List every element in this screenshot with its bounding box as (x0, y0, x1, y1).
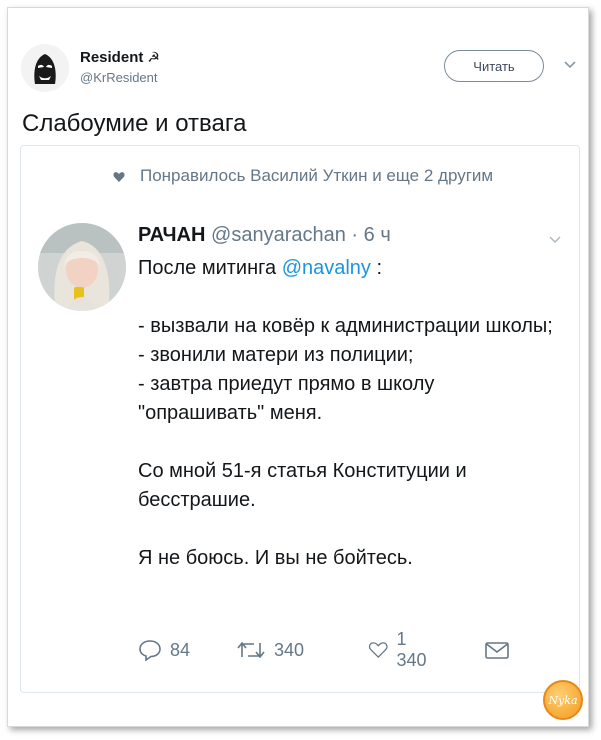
chevron-down-icon[interactable] (562, 56, 578, 72)
heart-icon (368, 642, 388, 658)
follow-button[interactable]: Читать (444, 50, 544, 82)
girl-photo-avatar (38, 223, 126, 311)
mention-link[interactable]: @navalny (282, 257, 371, 279)
quoted-author-handle[interactable]: @sanyarachan (211, 224, 346, 246)
reply-button[interactable]: 84 (138, 637, 190, 663)
list-item: - звонили матери из полиции; (138, 344, 414, 366)
envelope-icon (485, 642, 509, 659)
like-count: 1 340 (396, 629, 427, 670)
retweet-button[interactable]: 340 (236, 637, 304, 663)
line1-prefix: После митинга (138, 257, 277, 279)
author-handle[interactable]: @KrResident (80, 70, 158, 85)
quoted-header: РАЧАН @sanyarachan · 6 ч (138, 224, 391, 247)
like-button[interactable]: 1 340 (368, 629, 432, 670)
retweet-icon (237, 641, 265, 659)
retweet-count: 340 (274, 639, 305, 660)
author-avatar[interactable] (21, 44, 69, 92)
paragraph-closing: Я не боюсь. И вы не бойтесь. (138, 547, 413, 569)
reply-icon (139, 640, 161, 661)
tweet-text: Слабоумие и отвага (22, 110, 247, 137)
line1-suffix: : (376, 257, 383, 279)
site-watermark-logo: Nyka (543, 680, 583, 720)
header-separator: · (351, 224, 359, 246)
hammer-sickle-icon: ☭ (147, 49, 160, 65)
liked-by-text: Понравилось Василий Уткин и еще 2 другим (140, 166, 494, 185)
reply-count: 84 (170, 639, 191, 660)
liked-by-notice: Понравилось Василий Уткин и еще 2 другим (100, 163, 510, 188)
list-item: - вызвали на ковёр к администрации школы… (138, 315, 553, 337)
list-item: - завтра приедут прямо в школу "опрашива… (138, 373, 435, 424)
quoted-line-1: После митинга @navalny : (138, 254, 558, 283)
author-name[interactable]: Resident ☭ (80, 49, 160, 66)
quoted-timestamp[interactable]: 6 ч (364, 224, 391, 246)
quoted-body: После митинга @navalny : - вызвали на ко… (138, 254, 558, 573)
direct-message-button[interactable] (484, 637, 518, 663)
quoted-author-name[interactable]: РАЧАН (138, 224, 205, 246)
author-name-text[interactable]: Resident (80, 49, 143, 66)
paragraph-constitution: Со мной 51-я статья Конституции и бесстр… (138, 460, 467, 511)
quoted-author-avatar[interactable] (38, 223, 126, 311)
watermark-text: Nyka (548, 693, 578, 707)
chevron-down-icon[interactable] (548, 232, 562, 246)
mask-avatar-icon (21, 44, 69, 92)
